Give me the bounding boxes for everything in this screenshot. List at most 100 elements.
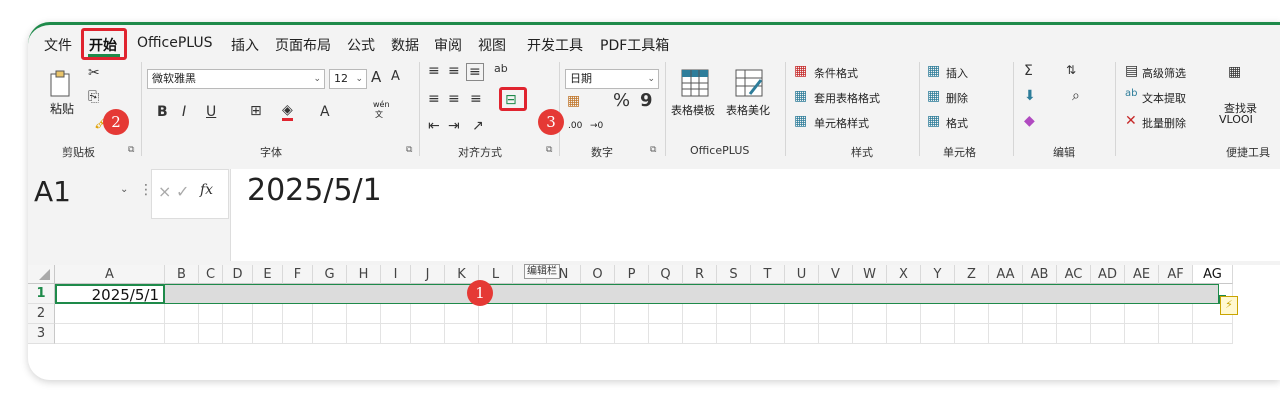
grid-cell[interactable]	[411, 304, 445, 324]
flash-fill-icon[interactable]: ⚡	[1220, 296, 1238, 315]
autosum-icon[interactable]: Σ	[1024, 63, 1033, 79]
column-header[interactable]: Q	[649, 265, 683, 284]
column-header[interactable]: AC	[1057, 265, 1091, 284]
grid-cell[interactable]	[717, 304, 751, 324]
grid-cell[interactable]	[445, 304, 479, 324]
menu-review[interactable]: 审阅	[434, 35, 462, 55]
batch-delete-icon[interactable]: ✕	[1125, 113, 1137, 129]
grid-cell[interactable]	[313, 304, 347, 324]
column-header[interactable]: Z	[955, 265, 989, 284]
text-extract-icon[interactable]: ab	[1125, 88, 1137, 99]
percent-button[interactable]: %	[613, 90, 630, 111]
grid-cell[interactable]	[615, 304, 649, 324]
column-header[interactable]: Y	[921, 265, 955, 284]
grid-cell[interactable]	[989, 324, 1023, 344]
grid-cell[interactable]	[921, 304, 955, 324]
table-template-button[interactable]: 表格模板	[671, 102, 715, 118]
grid-cell[interactable]	[853, 324, 887, 344]
grid-cell[interactable]	[1057, 324, 1091, 344]
grid-cell[interactable]	[479, 324, 513, 344]
column-header[interactable]: R	[683, 265, 717, 284]
grid-cell[interactable]	[313, 324, 347, 344]
increase-indent-icon[interactable]: ⇥	[448, 118, 460, 134]
column-header[interactable]: I	[381, 265, 411, 284]
phonetic-top[interactable]: wén	[373, 100, 390, 109]
grid-cell[interactable]	[253, 324, 283, 344]
table-beautify-button[interactable]: 表格美化	[726, 102, 770, 118]
grid-cell[interactable]	[683, 324, 717, 344]
format-cells-icon[interactable]: ▦	[927, 113, 940, 129]
cell-styles-icon[interactable]: ▦	[794, 113, 807, 129]
cell-a1[interactable]: 2025/5/1	[55, 284, 165, 304]
grid-cell[interactable]	[751, 304, 785, 324]
copy-icon[interactable]: ⎘	[88, 89, 99, 105]
column-header[interactable]: C	[199, 265, 223, 284]
menu-page-layout[interactable]: 页面布局	[275, 35, 331, 55]
column-header[interactable]: T	[751, 265, 785, 284]
format-cells-button[interactable]: 格式	[946, 115, 968, 131]
italic-button[interactable]: I	[182, 104, 186, 120]
name-box[interactable]: A1	[34, 175, 71, 208]
menu-pdf-tools[interactable]: PDF工具箱	[600, 35, 669, 55]
column-header[interactable]: AF	[1159, 265, 1193, 284]
grid-cell[interactable]	[381, 304, 411, 324]
grid-cell[interactable]	[283, 304, 313, 324]
grid-cell[interactable]	[347, 304, 381, 324]
grid-cell[interactable]	[683, 304, 717, 324]
grid-cell[interactable]	[1091, 304, 1125, 324]
number-format-select[interactable]: 日期 ⌄	[565, 69, 659, 89]
conditional-format-icon[interactable]: ▦	[794, 63, 807, 79]
menu-file[interactable]: 文件	[44, 35, 72, 55]
delete-cells-button[interactable]: 删除	[946, 90, 968, 106]
clear-icon[interactable]: ◆	[1024, 113, 1035, 129]
grid-cell[interactable]	[921, 324, 955, 344]
cut-icon[interactable]: ✂	[88, 65, 100, 81]
grid-cell[interactable]	[1159, 304, 1193, 324]
grid-cell[interactable]	[479, 304, 513, 324]
grid-cell[interactable]	[165, 324, 199, 344]
advanced-filter-icon[interactable]: ▤	[1125, 63, 1138, 79]
fill-color-icon[interactable]: ◈	[282, 102, 293, 121]
grid-cell[interactable]	[513, 304, 547, 324]
grid-cell[interactable]	[819, 324, 853, 344]
column-header[interactable]: A	[55, 265, 165, 284]
cancel-icon[interactable]: ×	[158, 182, 171, 201]
grid-cell[interactable]	[1023, 304, 1057, 324]
insert-function-icon[interactable]: fx	[200, 182, 213, 198]
grid-cell[interactable]	[513, 324, 547, 344]
decrease-decimal[interactable]: →0	[590, 121, 603, 131]
format-as-table-button[interactable]: 套用表格格式	[814, 90, 880, 106]
align-top-icon[interactable]: ≡	[428, 63, 440, 79]
vlookup-button[interactable]: VLOOI	[1219, 113, 1253, 126]
grid-cell[interactable]	[55, 304, 165, 324]
sort-filter-icon[interactable]: ⇅	[1066, 63, 1076, 77]
column-header[interactable]: F	[283, 265, 313, 284]
grid-cell[interactable]	[785, 324, 819, 344]
conditional-format-button[interactable]: 条件格式	[814, 65, 858, 81]
column-header[interactable]: O	[581, 265, 615, 284]
grid-cell[interactable]	[347, 324, 381, 344]
clipboard-launcher-icon[interactable]: ⧉	[128, 145, 134, 155]
font-size-select[interactable]: 12 ⌄	[329, 69, 367, 89]
chevron-down-icon[interactable]: ⌄	[120, 184, 128, 195]
align-middle-icon[interactable]: ≡	[448, 63, 460, 79]
grid-cell[interactable]	[819, 304, 853, 324]
table-beautify-icon[interactable]	[734, 68, 764, 98]
grid-cell[interactable]	[1091, 324, 1125, 344]
align-right-icon[interactable]: ≡	[470, 91, 482, 107]
bold-button[interactable]: B	[157, 104, 168, 120]
column-header[interactable]: G	[313, 265, 347, 284]
font-color-button[interactable]: A	[320, 104, 330, 120]
select-all-button[interactable]	[28, 265, 55, 284]
grid-cell[interactable]	[253, 304, 283, 324]
delete-cells-icon[interactable]: ▦	[927, 88, 940, 104]
grid-cell[interactable]	[411, 324, 445, 344]
grid-cell[interactable]	[887, 324, 921, 344]
number-launcher-icon[interactable]: ⧉	[650, 145, 656, 155]
menu-formulas[interactable]: 公式	[347, 35, 375, 55]
column-header[interactable]: B	[165, 265, 199, 284]
menu-insert[interactable]: 插入	[231, 35, 259, 55]
grid-cell[interactable]	[955, 304, 989, 324]
text-extract-button[interactable]: 文本提取	[1142, 90, 1186, 106]
grid-cell[interactable]	[223, 304, 253, 324]
